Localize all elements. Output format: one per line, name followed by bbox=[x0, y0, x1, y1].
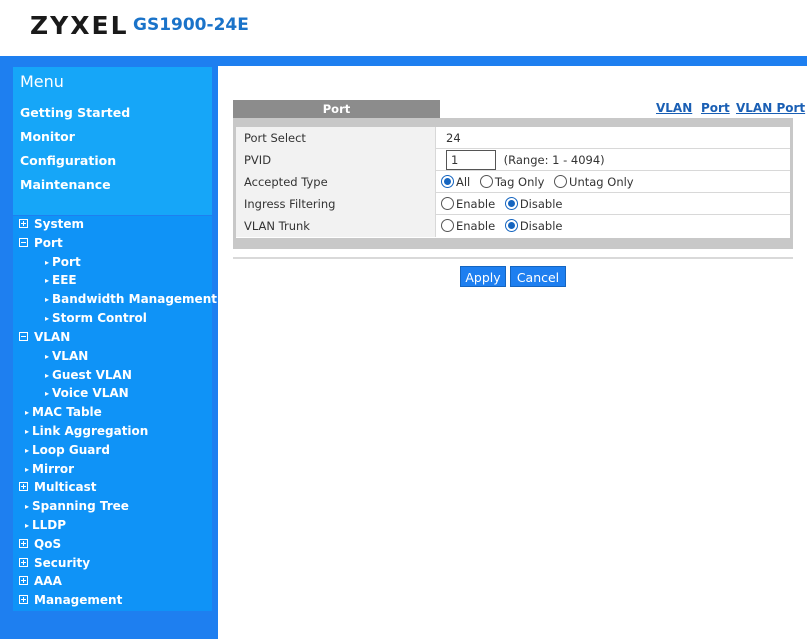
row-port-select: Port Select 24 bbox=[236, 127, 790, 149]
nav-link-vlan[interactable]: VLAN bbox=[656, 101, 692, 115]
tree-multicast[interactable]: Multicast bbox=[19, 479, 97, 496]
ingress-enable-radio[interactable] bbox=[441, 197, 454, 210]
tree-system[interactable]: System bbox=[19, 216, 84, 233]
accepted-type-label: Accepted Type bbox=[236, 171, 436, 193]
main-content: Port VLAN Port VLAN Port Port Select 24 … bbox=[218, 66, 807, 639]
ingress-disable-radio[interactable] bbox=[504, 197, 518, 210]
model-name: GS1900-24E bbox=[133, 15, 249, 35]
header: ZYXEL GS1900-24E bbox=[0, 0, 807, 56]
menu-title: Menu bbox=[20, 72, 64, 91]
tree-vlan-vlan[interactable]: ▸ VLAN bbox=[45, 348, 88, 365]
port-form-body: Port Select 24 PVID 1 (Range: 1 - 4094) … bbox=[236, 127, 790, 238]
expand-icon bbox=[19, 539, 28, 548]
arrow-icon: ▸ bbox=[45, 295, 50, 304]
tree-mac-table[interactable]: ▸ MAC Table bbox=[25, 404, 102, 421]
tree-loop-guard[interactable]: ▸ Loop Guard bbox=[25, 442, 110, 459]
pvid-range: (Range: 1 - 4094) bbox=[503, 153, 605, 167]
tree-security[interactable]: Security bbox=[19, 555, 90, 572]
tree-management[interactable]: Management bbox=[19, 592, 122, 609]
tree-port-bandwidth[interactable]: ▸ Bandwidth Management bbox=[45, 291, 217, 308]
vlan-trunk-disable-radio[interactable] bbox=[504, 219, 518, 232]
config-tree: System Port ▸ Port ▸ EEE ▸ Bandwidth Manage… bbox=[13, 216, 217, 611]
divider bbox=[233, 257, 793, 259]
row-ingress-filtering: Ingress Filtering Enable Disable bbox=[236, 193, 790, 215]
expand-icon bbox=[19, 219, 28, 228]
arrow-icon: ▸ bbox=[25, 465, 30, 474]
accepted-untag-only-radio[interactable] bbox=[554, 175, 568, 188]
tree-mirror[interactable]: ▸ Mirror bbox=[25, 461, 74, 478]
tree-link-aggregation[interactable]: ▸ Link Aggregation bbox=[25, 423, 148, 440]
zyxel-logo: ZYXEL bbox=[30, 11, 129, 40]
nav-link-vlan-port[interactable]: VLAN Port bbox=[736, 101, 805, 115]
arrow-icon: ▸ bbox=[25, 408, 30, 417]
row-pvid: PVID 1 (Range: 1 - 4094) bbox=[236, 149, 790, 171]
arrow-icon: ▸ bbox=[25, 502, 30, 511]
menu-getting-started[interactable]: Getting Started bbox=[20, 105, 130, 120]
expand-icon bbox=[19, 558, 28, 567]
pvid-label: PVID bbox=[236, 149, 436, 171]
port-form: Port Select 24 PVID 1 (Range: 1 - 4094) … bbox=[233, 118, 793, 249]
arrow-icon: ▸ bbox=[25, 427, 30, 436]
tree-port-storm[interactable]: ▸ Storm Control bbox=[45, 310, 147, 327]
vlan-trunk-enable-radio[interactable] bbox=[441, 219, 454, 232]
expand-icon bbox=[19, 576, 28, 585]
arrow-icon: ▸ bbox=[45, 389, 50, 398]
tree-port-eee[interactable]: ▸ EEE bbox=[45, 272, 77, 289]
tree-aaa[interactable]: AAA bbox=[19, 573, 62, 590]
row-accepted-type: Accepted Type All Tag Only Untag Only bbox=[236, 171, 790, 193]
arrow-icon: ▸ bbox=[25, 521, 30, 530]
tree-vlan-voice[interactable]: ▸ Voice VLAN bbox=[45, 385, 129, 402]
menu-monitor[interactable]: Monitor bbox=[20, 129, 75, 144]
accepted-tag-only-radio[interactable] bbox=[479, 175, 493, 188]
tree-vlan-guest[interactable]: ▸ Guest VLAN bbox=[45, 367, 132, 384]
menu-maintenance[interactable]: Maintenance bbox=[20, 177, 111, 192]
arrow-icon: ▸ bbox=[45, 276, 50, 285]
tree-spanning-tree[interactable]: ▸ Spanning Tree bbox=[25, 498, 129, 515]
nav-link-port[interactable]: Port bbox=[701, 101, 730, 115]
arrow-icon: ▸ bbox=[45, 314, 50, 323]
expand-icon bbox=[19, 482, 28, 491]
ingress-filtering-label: Ingress Filtering bbox=[236, 193, 436, 215]
menu-box: Menu Getting Started Monitor Configurati… bbox=[13, 67, 212, 215]
arrow-icon: ▸ bbox=[25, 446, 30, 455]
section-title: Port bbox=[233, 100, 440, 118]
arrow-icon: ▸ bbox=[45, 352, 50, 361]
vlan-trunk-label: VLAN Trunk bbox=[236, 215, 436, 237]
port-select-label: Port Select bbox=[236, 127, 436, 149]
menu-configuration[interactable]: Configuration bbox=[20, 153, 116, 168]
tree-qos[interactable]: QoS bbox=[19, 536, 61, 553]
expand-icon bbox=[19, 595, 28, 604]
tree-port-port[interactable]: ▸ Port bbox=[45, 254, 81, 271]
sidebar: Menu Getting Started Monitor Configurati… bbox=[0, 66, 218, 639]
collapse-icon bbox=[19, 332, 28, 341]
tree-lldp[interactable]: ▸ LLDP bbox=[25, 517, 66, 534]
apply-button[interactable]: Apply bbox=[460, 266, 506, 287]
collapse-icon bbox=[19, 238, 28, 247]
cancel-button[interactable]: Cancel bbox=[510, 266, 566, 287]
pvid-input[interactable]: 1 bbox=[446, 149, 496, 170]
port-select-value: 24 bbox=[446, 131, 461, 145]
row-vlan-trunk: VLAN Trunk Enable Disable bbox=[236, 215, 790, 237]
tree-vlan[interactable]: VLAN bbox=[19, 329, 70, 346]
arrow-icon: ▸ bbox=[45, 371, 50, 380]
arrow-icon: ▸ bbox=[45, 258, 50, 267]
top-bar bbox=[0, 56, 807, 66]
tree-port[interactable]: Port bbox=[19, 235, 63, 252]
accepted-all-radio[interactable] bbox=[441, 175, 454, 188]
